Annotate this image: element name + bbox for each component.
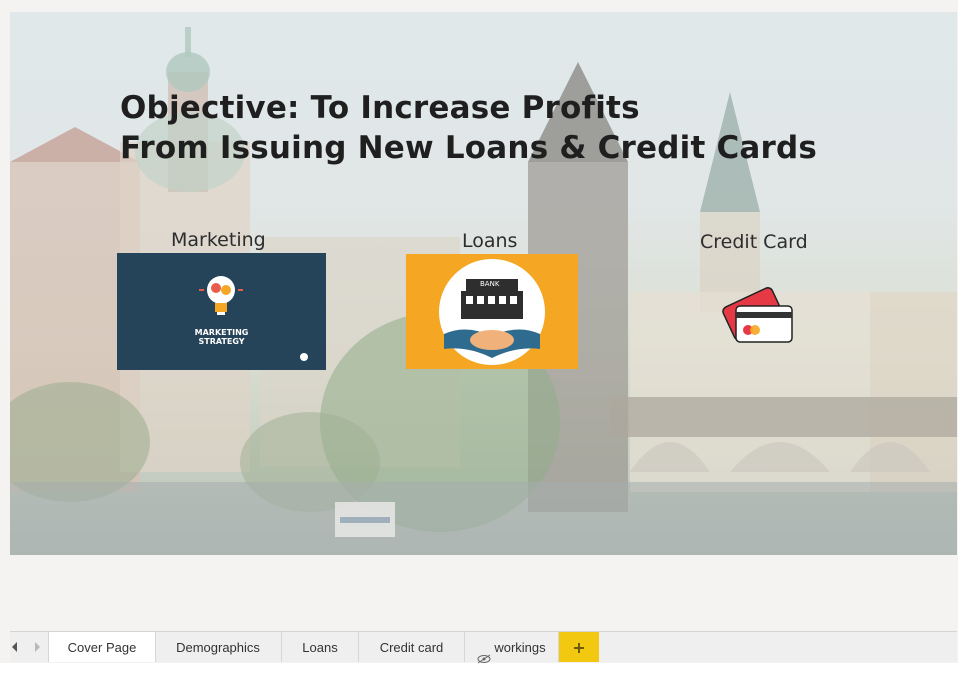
marketing-label: Marketing <box>171 229 266 251</box>
hidden-eye-icon <box>477 644 491 663</box>
page-title: Objective: To Increase Profits From Issu… <box>120 88 817 168</box>
lightbulb-icon <box>199 276 308 361</box>
marketing-caption-line2: STRATEGY <box>198 337 245 346</box>
credit-card-icon <box>722 287 793 343</box>
tab-credit-card[interactable]: Credit card <box>359 632 465 662</box>
tab-loans[interactable]: Loans <box>282 632 359 662</box>
chevron-right-icon[interactable] <box>35 642 40 652</box>
marketing-strategy-button[interactable]: MARKETING STRATEGY <box>117 253 326 370</box>
bank-sign-text: BANK <box>480 280 500 288</box>
sheet-tab-bar: Cover Page Demographics Loans Credit car… <box>10 631 957 663</box>
tab-demographics[interactable]: Demographics <box>155 632 282 662</box>
marketing-image-caption: MARKETING STRATEGY <box>117 328 326 346</box>
report-canvas: Objective: To Increase Profits From Issu… <box>0 0 958 663</box>
title-line-1: Objective: To Increase Profits <box>120 90 640 126</box>
loans-label: Loans <box>462 230 518 252</box>
add-page-button[interactable] <box>559 632 599 662</box>
chevron-left-icon[interactable] <box>12 642 17 652</box>
tab-workings-label: workings <box>494 640 546 655</box>
title-line-2: From Issuing New Loans & Credit Cards <box>120 130 818 166</box>
tab-workings[interactable]: workings <box>465 632 559 663</box>
tab-cover-page[interactable]: Cover Page <box>48 632 156 662</box>
bank-handshake-icon <box>439 259 545 365</box>
loans-button[interactable]: BANK <box>406 254 578 369</box>
marketing-caption-line1: MARKETING <box>194 328 249 337</box>
credit-card-label: Credit Card <box>700 231 808 253</box>
credit-card-button[interactable] <box>718 278 798 348</box>
